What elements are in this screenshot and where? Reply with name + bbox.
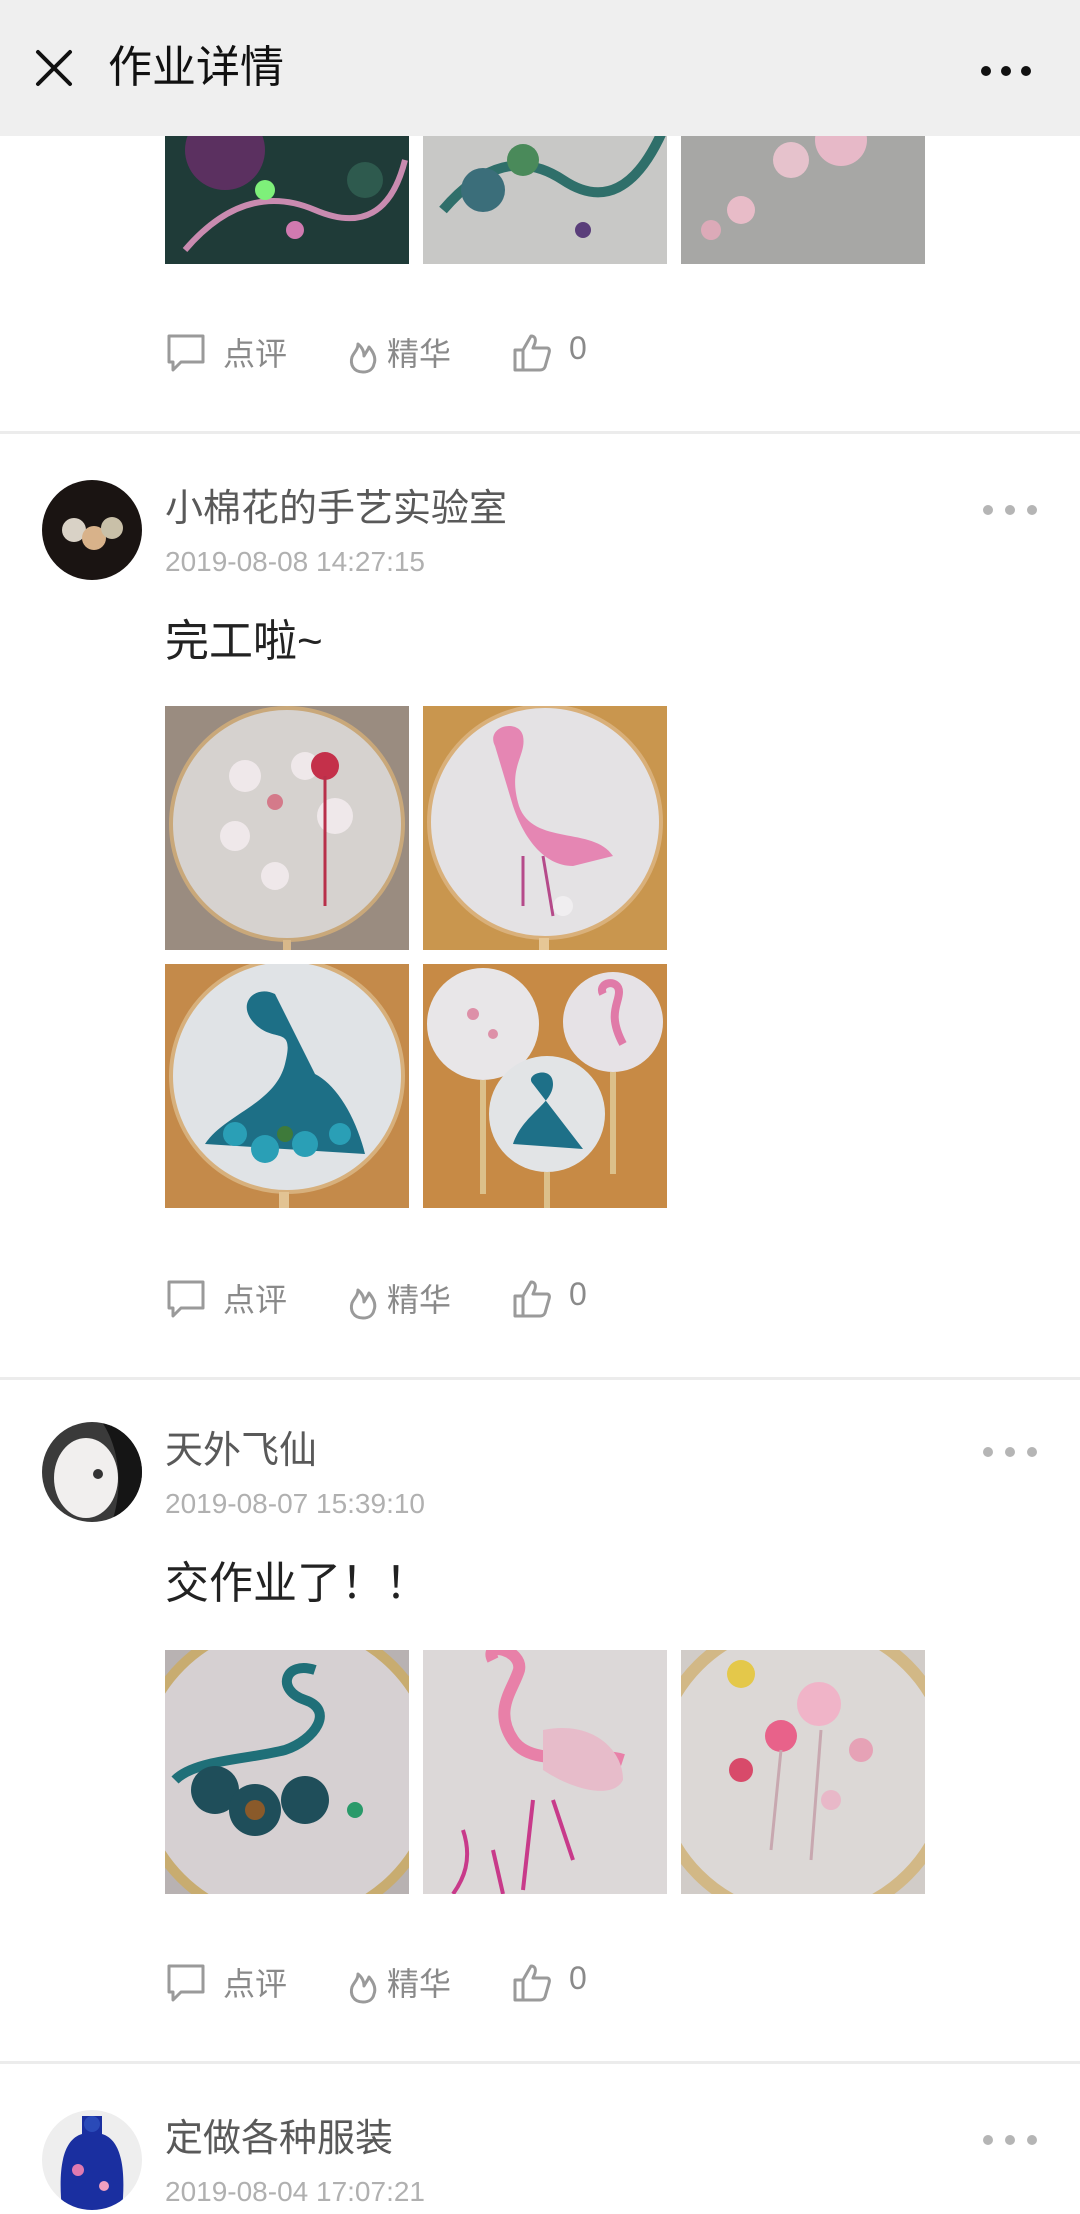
more-options-icon[interactable]	[980, 1442, 1040, 1462]
comment-icon	[167, 1280, 205, 1318]
like-count: 0	[569, 1960, 587, 1996]
post-image[interactable]	[681, 120, 925, 264]
post-image[interactable]	[423, 964, 667, 1208]
timestamp: 2019-08-08 14:27:15	[165, 546, 425, 577]
post-image[interactable]	[165, 120, 409, 264]
post-text: 完工啦~	[165, 617, 323, 666]
comment-label: 点评	[223, 336, 288, 372]
essence-button[interactable]: 精华	[347, 328, 467, 378]
top-navigation-bar: 作业详情	[0, 0, 1080, 136]
like-button[interactable]: 0	[511, 328, 611, 378]
post-image[interactable]	[423, 706, 667, 950]
post-actions: 点评 精华 0	[165, 1274, 665, 1324]
essence-label: 精华	[387, 1282, 452, 1318]
close-icon[interactable]	[34, 48, 74, 88]
thumbs-up-icon	[513, 334, 551, 372]
flame-icon	[349, 1972, 377, 2004]
post-divider	[0, 431, 1080, 434]
timestamp: 2019-08-07 15:39:10	[165, 1488, 425, 1519]
more-options-icon[interactable]	[980, 2130, 1040, 2150]
post-image[interactable]	[423, 120, 667, 264]
post-image[interactable]	[165, 1650, 409, 1894]
thumbs-up-icon	[513, 1280, 551, 1318]
essence-button[interactable]: 精华	[347, 1958, 467, 2008]
post-image[interactable]	[681, 1650, 925, 1894]
essence-label: 精华	[387, 336, 452, 372]
comment-icon	[167, 334, 205, 372]
more-icon[interactable]	[976, 50, 1036, 80]
comment-button[interactable]: 点评	[165, 1958, 295, 2008]
comment-button[interactable]: 点评	[165, 1274, 295, 1324]
post-image[interactable]	[165, 706, 409, 950]
comment-label: 点评	[223, 1966, 288, 2002]
comment-button[interactable]: 点评	[165, 328, 295, 378]
post-actions: 点评 精华 0	[165, 1958, 665, 2008]
essence-label: 精华	[387, 1966, 452, 2002]
avatar[interactable]	[42, 2110, 142, 2210]
username[interactable]: 天外飞仙	[165, 1428, 317, 1474]
username[interactable]: 小棉花的手艺实验室	[165, 486, 507, 532]
post-image[interactable]	[423, 1650, 667, 1894]
avatar[interactable]	[42, 1422, 142, 1522]
thumbs-up-icon	[513, 1964, 551, 2002]
post-divider	[0, 2061, 1080, 2064]
essence-button[interactable]: 精华	[347, 1274, 467, 1324]
like-button[interactable]: 0	[511, 1958, 611, 2008]
comment-label: 点评	[223, 1282, 288, 1318]
flame-icon	[349, 342, 377, 374]
username[interactable]: 定做各种服装	[165, 2116, 393, 2162]
comment-icon	[167, 1964, 205, 2002]
page-title: 作业详情	[108, 43, 284, 92]
timestamp: 2019-08-04 17:07:21	[165, 2176, 425, 2207]
like-count: 0	[569, 330, 587, 366]
like-count: 0	[569, 1276, 587, 1312]
more-options-icon[interactable]	[980, 500, 1040, 520]
post-image[interactable]	[165, 964, 409, 1208]
post-text: 交作业了！！	[165, 1559, 429, 1608]
flame-icon	[349, 1288, 377, 1320]
post-divider	[0, 1377, 1080, 1380]
like-button[interactable]: 0	[511, 1274, 611, 1324]
avatar[interactable]	[42, 480, 142, 580]
post-actions: 点评 精华 0	[165, 328, 665, 378]
